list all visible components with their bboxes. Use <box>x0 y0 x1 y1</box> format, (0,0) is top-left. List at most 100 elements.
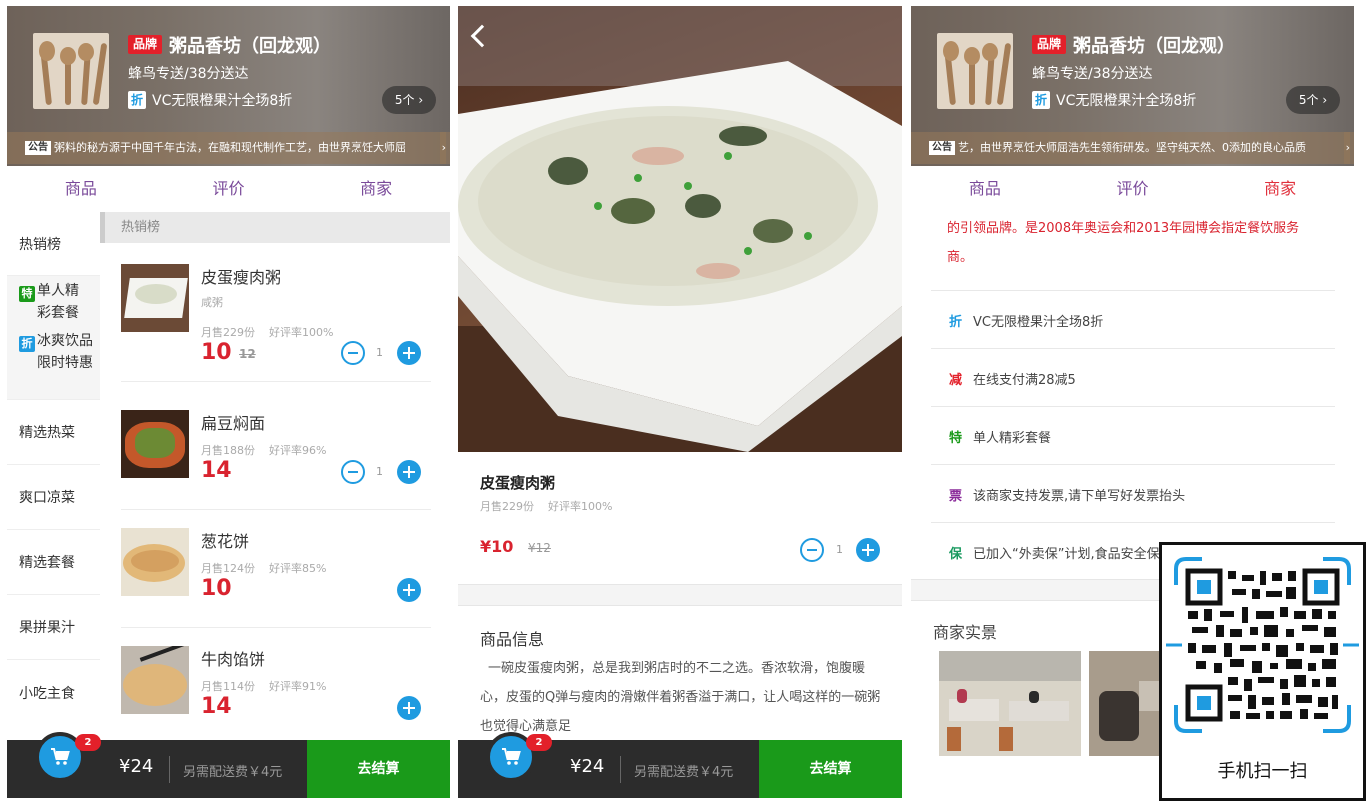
product-price: 10 <box>201 340 232 365</box>
food-old-price: ¥12 <box>528 541 551 555</box>
tab-goods[interactable]: 商品 <box>7 166 155 212</box>
food-sales: 月售229份 好评率100% <box>480 500 613 513</box>
food-info-title: 商品信息 <box>480 630 545 649</box>
merchant-photos-title: 商家实景 <box>933 623 998 642</box>
chevron-right-icon: › <box>1343 132 1350 164</box>
support-item: 折 VC无限橙果汁全场8折 <box>931 291 1335 349</box>
decrease-button[interactable] <box>341 341 365 365</box>
product-item[interactable]: 扁豆焖面 月售188份 好评率96% 14 1 <box>121 410 431 510</box>
discount-icon: 折 <box>949 315 963 330</box>
section-title: 热销榜 <box>100 212 450 243</box>
qr-code-panel: 手机扫一扫 <box>1159 542 1366 801</box>
notice-tag: 公告 <box>929 141 955 155</box>
category-sidebar: 热销榜 特单人精彩套餐 折冰爽饮品限时特惠 精选热菜 爽口凉菜 精选套餐 果拼果… <box>7 212 100 740</box>
product-name: 葱花饼 <box>201 532 250 551</box>
category-item[interactable]: 热销榜 <box>7 212 100 276</box>
food-qty: 1 <box>836 543 843 556</box>
food-name: 皮蛋瘦肉粥 <box>480 474 556 492</box>
product-name: 扁豆焖面 <box>201 414 266 433</box>
cart-count-badge: 2 <box>526 734 552 751</box>
food-price: ¥10 <box>480 537 514 556</box>
category-label: 小吃主食 <box>19 685 75 702</box>
tab-seller[interactable]: 商家 <box>1206 166 1354 212</box>
category-label: 精选套餐 <box>19 555 75 571</box>
category-label: 热销榜 <box>19 236 61 253</box>
cart-bar: 2 ¥24 另需配送费￥4元 去结算 <box>458 732 902 798</box>
qr-code-icon <box>1166 557 1359 733</box>
chevron-right-icon: › <box>439 132 446 164</box>
delivery-info: 蜂鸟专送/38分送达 <box>1032 66 1153 82</box>
product-item[interactable]: 皮蛋瘦肉粥 咸粥 月售229份 好评率100% 10 12 1 <box>121 264 431 382</box>
product-sales: 月售124份 好评率85% <box>201 562 327 575</box>
support-item: 特 单人精彩套餐 <box>931 407 1335 465</box>
tab-goods[interactable]: 商品 <box>911 166 1059 212</box>
product-item[interactable]: 葱花饼 月售124份 好评率85% 10 <box>121 528 431 628</box>
delivery-fee: 另需配送费￥4元 <box>183 765 283 780</box>
merchant-description: 的引领品牌。是2008年奥运会和2013年园博会指定餐饮服务商。 <box>947 221 1300 265</box>
category-item[interactable]: 果拼果汁 <box>7 595 100 660</box>
decrease-button[interactable] <box>341 460 365 484</box>
guarantee-icon: 保 <box>949 547 963 562</box>
brand-badge: 品牌 <box>128 35 162 54</box>
product-price: 14 <box>201 694 232 719</box>
tab-bar: 商品 评价 商家 <box>911 166 1354 212</box>
food-detail-panel: 皮蛋瘦肉粥 月售229份 好评率100% ¥10 ¥12 1 商品信息 一碗皮蛋… <box>458 6 902 798</box>
product-sales: 月售229份 好评率100% <box>201 326 334 339</box>
product-image <box>121 646 189 714</box>
category-item[interactable]: 爽口凉菜 <box>7 465 100 530</box>
brand-badge: 品牌 <box>1032 35 1066 54</box>
notice-text: 艺，由世界烹饪大师屈浩先生领衔研发。坚守纯天然、0添加的良心品质 <box>958 141 1306 154</box>
notice-bar[interactable]: 公告 艺，由世界烹饪大师屈浩先生领衔研发。坚守纯天然、0添加的良心品质 › <box>911 132 1354 164</box>
cart-icon <box>51 748 70 765</box>
add-button[interactable] <box>397 341 421 365</box>
shop-header: 品牌 粥品香坊（回龙观） 蜂鸟专送/38分送达 折 VC无限橙果汁全场8折 5个… <box>7 6 450 166</box>
product-name: 皮蛋瘦肉粥 <box>201 268 282 287</box>
category-item[interactable]: 特单人精彩套餐 <box>7 276 100 326</box>
divider <box>458 584 902 606</box>
product-item[interactable]: 牛肉馅饼 月售114份 好评率91% 14 <box>121 646 431 746</box>
product-price: 14 <box>201 458 232 483</box>
add-button[interactable] <box>397 578 421 602</box>
product-image <box>121 528 189 596</box>
promo-count-button[interactable]: 5个 › <box>1286 86 1340 114</box>
category-label: 果拼果汁 <box>19 620 75 636</box>
product-qty: 1 <box>376 346 383 359</box>
product-price: 10 <box>201 576 232 601</box>
checkout-button[interactable]: 去结算 <box>307 740 450 798</box>
add-button[interactable] <box>397 696 421 720</box>
category-label: 爽口凉菜 <box>19 490 75 506</box>
support-text: VC无限橙果汁全场8折 <box>973 315 1104 330</box>
product-old-price: 12 <box>239 347 256 361</box>
support-text: 单人精彩套餐 <box>973 431 1052 446</box>
qr-caption: 手机扫一扫 <box>1217 761 1308 782</box>
category-item[interactable]: 折冰爽饮品限时特惠 <box>7 326 100 400</box>
shop-name: 粥品香坊（回龙观） <box>169 36 331 57</box>
promo-text: VC无限橙果汁全场8折 <box>152 93 293 109</box>
category-label: 精选热菜 <box>19 425 75 441</box>
discount-icon: 折 <box>19 336 35 352</box>
shop-name: 粥品香坊（回龙观） <box>1073 36 1235 57</box>
product-name: 牛肉馅饼 <box>201 650 266 669</box>
notice-bar[interactable]: 公告 粥料的秘方源于中国千年古法，在融和现代制作工艺，由世界烹饪大师屈 › <box>7 132 450 164</box>
product-image <box>121 410 189 478</box>
goods-panel: 品牌 粥品香坊（回龙观） 蜂鸟专送/38分送达 折 VC无限橙果汁全场8折 5个… <box>7 6 450 798</box>
shop-logo <box>33 33 109 109</box>
divider <box>620 756 621 783</box>
tab-ratings[interactable]: 评价 <box>1059 166 1207 212</box>
tab-ratings[interactable]: 评价 <box>155 166 303 212</box>
promo-count-button[interactable]: 5个 › <box>382 86 436 114</box>
support-item: 票 该商家支持发票,请下单写好发票抬头 <box>931 465 1335 523</box>
add-button[interactable] <box>397 460 421 484</box>
checkout-button[interactable]: 去结算 <box>759 740 902 798</box>
category-item[interactable]: 精选热菜 <box>7 400 100 465</box>
category-item[interactable]: 小吃主食 <box>7 660 100 725</box>
tab-seller[interactable]: 商家 <box>302 166 450 212</box>
category-label: 单人精彩套餐 <box>37 283 79 321</box>
product-desc: 咸粥 <box>201 296 223 309</box>
merchant-photo[interactable] <box>939 651 1081 756</box>
promo-text: VC无限橙果汁全场8折 <box>1056 93 1197 109</box>
support-text: 已加入“外卖保”计划,食品安全保障 <box>973 547 1173 562</box>
add-button[interactable] <box>856 538 880 562</box>
decrease-button[interactable] <box>800 538 824 562</box>
category-item[interactable]: 精选套餐 <box>7 530 100 595</box>
